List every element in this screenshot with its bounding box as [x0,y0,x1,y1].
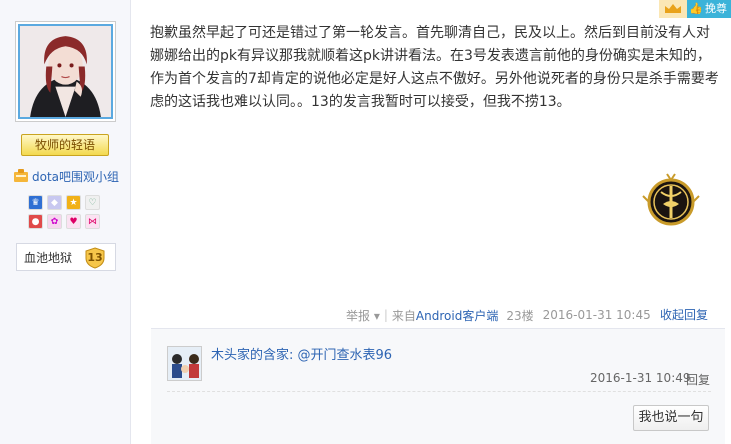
level-number: 13 [87,251,103,264]
badge-bow-icon[interactable]: ⋈ [85,214,100,229]
badge-ribbon-icon[interactable]: ♥ [66,214,81,229]
reply-avatar-image [168,347,201,380]
reply-avatar[interactable] [167,346,202,381]
top-action-button[interactable]: 👍 挽尊 [687,0,731,18]
badge-pill-icon[interactable]: ● [28,214,43,229]
post-datetime: 2016-01-31 10:45 [542,308,651,322]
reply-divider [167,391,711,392]
top-action-label: 挽尊 [705,2,727,15]
badge-flower-icon[interactable]: ✿ [47,214,62,229]
title-badge[interactable]: 牧师的轻语 [21,134,109,156]
reply-username[interactable]: 木头家的含家: [211,348,293,363]
top-toolbar: 👍 挽尊 [659,0,731,18]
report-button[interactable]: 举报 ▾ [346,307,380,324]
badge-blue-crown-icon[interactable]: ♛ [28,195,43,210]
group-name: dota吧围观小组 [32,169,120,184]
badge-kite-icon[interactable]: ◆ [47,195,62,210]
reply-text: 木头家的含家: @开门查水表96 [211,347,392,365]
user-sidebar: 牧师的轻语 dota吧围观小组 ♛ ◆ ★ ♡ ● ✿ ♥ ⋈ 血池地狱 13 [0,0,131,444]
reply-mention[interactable]: @开门查水表96 [298,348,393,363]
medal-icon [642,173,700,226]
group-link[interactable]: dota吧围观小组 [13,167,128,185]
reply-link[interactable]: 回复 [686,371,710,388]
avatar[interactable] [15,21,116,122]
source-app-link[interactable]: Android客户端 [416,307,498,324]
avatar-image [20,26,111,117]
floor-number: 23楼 [506,308,534,323]
divider: | [383,308,388,322]
collapse-replies-link[interactable]: 收起回复 [660,306,708,324]
badge-trophy-icon[interactable]: ★ [66,195,81,210]
thumbs-up-icon: 👍 [689,2,703,15]
badge-grid: ♛ ◆ ★ ♡ ● ✿ ♥ ⋈ [28,195,108,233]
crown-icon[interactable] [659,0,688,18]
level-box[interactable]: 血池地狱 13 [16,243,116,271]
reply-panel: 木头家的含家: @开门查水表96 2016-1-31 10:49 回复 我也说一… [151,328,725,444]
post-meta: 举报 ▾ | 来自 Android客户端 23楼 2016-01-31 10:4… [346,306,651,324]
post-content: 抱歉虽然早起了可还是错过了第一轮发言。首先聊清自己，民及以上。然后到目前没有人对… [150,25,719,110]
level-name: 血池地狱 [24,250,73,265]
reply-time: 2016-1-31 10:49 [590,371,691,385]
group-icon [14,169,28,182]
say-something-button[interactable]: 我也说一句 [633,405,709,431]
source-prefix: 来自 [391,308,416,323]
badge-heart-icon[interactable]: ♡ [85,195,100,210]
